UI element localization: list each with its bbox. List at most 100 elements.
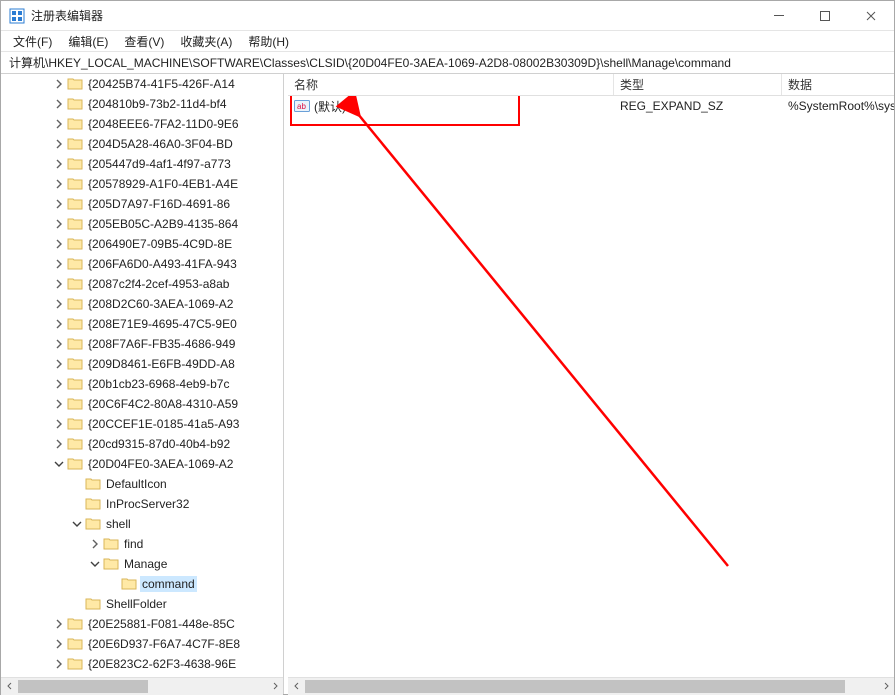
- annotation-layer: [288, 96, 894, 677]
- tree-node-label: {20578929-A1F0-4EB1-A4E: [86, 176, 240, 192]
- tree-node[interactable]: {205D7A97-F16D-4691-86: [1, 194, 283, 214]
- tree-node[interactable]: DefaultIcon: [1, 474, 283, 494]
- expand-toggle[interactable]: [51, 76, 67, 92]
- tree-node[interactable]: command: [1, 574, 283, 594]
- tree-node[interactable]: ShellFolder: [1, 594, 283, 614]
- value-row[interactable]: ab (默认) REG_EXPAND_SZ %SystemRoot%\syste…: [288, 96, 894, 116]
- expand-toggle[interactable]: [51, 176, 67, 192]
- column-type[interactable]: 类型: [614, 74, 782, 95]
- tree-node[interactable]: {20D04FE0-3AEA-1069-A2: [1, 454, 283, 474]
- tree-node[interactable]: {20cd9315-87d0-40b4-b92: [1, 434, 283, 454]
- folder-icon: [67, 116, 83, 132]
- tree-node[interactable]: {2048EEE6-7FA2-11D0-9E6: [1, 114, 283, 134]
- tree-node-label: {20E6D937-F6A7-4C7F-8E8: [86, 636, 242, 652]
- expand-toggle[interactable]: [51, 336, 67, 352]
- scroll-right-icon[interactable]: [877, 678, 894, 695]
- tree-node[interactable]: {20C6F4C2-80A8-4310-A59: [1, 394, 283, 414]
- menu-help[interactable]: 帮助(H): [240, 31, 297, 52]
- expand-toggle[interactable]: [51, 236, 67, 252]
- expand-toggle[interactable]: [51, 456, 67, 472]
- expand-toggle[interactable]: [51, 216, 67, 232]
- tree-node[interactable]: {2087c2f4-2cef-4953-a8ab: [1, 274, 283, 294]
- registry-tree[interactable]: {20425B74-41F5-426F-A14{204810b9-73b2-11…: [1, 74, 283, 677]
- expand-toggle[interactable]: [51, 156, 67, 172]
- tree-node-label: {205EB05C-A2B9-4135-864: [86, 216, 240, 232]
- tree-node[interactable]: {206FA6D0-A493-41FA-943: [1, 254, 283, 274]
- expand-toggle[interactable]: [51, 116, 67, 132]
- folder-icon: [67, 456, 83, 472]
- expand-toggle[interactable]: [51, 656, 67, 672]
- expand-toggle[interactable]: [69, 516, 85, 532]
- tree-node-label: DefaultIcon: [104, 476, 169, 492]
- menu-file[interactable]: 文件(F): [5, 31, 60, 52]
- menu-favorites[interactable]: 收藏夹(A): [172, 31, 240, 52]
- values-horizontal-scrollbar[interactable]: [288, 677, 894, 694]
- address-input[interactable]: [7, 55, 888, 71]
- folder-icon: [67, 256, 83, 272]
- tree-node[interactable]: shell: [1, 514, 283, 534]
- scroll-thumb[interactable]: [305, 680, 845, 693]
- tree-node-label: Manage: [122, 556, 169, 572]
- expand-toggle[interactable]: [87, 536, 103, 552]
- menu-view[interactable]: 查看(V): [116, 31, 172, 52]
- tree-node[interactable]: {20E823C2-62F3-4638-96E: [1, 654, 283, 674]
- scroll-thumb[interactable]: [18, 680, 148, 693]
- scroll-left-icon[interactable]: [288, 678, 305, 695]
- tree-node[interactable]: {208F7A6F-FB35-4686-949: [1, 334, 283, 354]
- column-data[interactable]: 数据: [782, 74, 894, 95]
- expand-toggle[interactable]: [51, 616, 67, 632]
- tree-node[interactable]: {20425B74-41F5-426F-A14: [1, 74, 283, 94]
- scroll-right-icon[interactable]: [266, 678, 283, 695]
- tree-node-label: {206FA6D0-A493-41FA-943: [86, 256, 239, 272]
- tree-node[interactable]: {206490E7-09B5-4C9D-8E: [1, 234, 283, 254]
- values-list[interactable]: ab (默认) REG_EXPAND_SZ %SystemRoot%\syste…: [288, 96, 894, 677]
- expand-toggle[interactable]: [51, 376, 67, 392]
- close-button[interactable]: [848, 1, 894, 31]
- scroll-track[interactable]: [305, 678, 877, 695]
- expand-toggle[interactable]: [51, 356, 67, 372]
- tree-node[interactable]: find: [1, 534, 283, 554]
- expand-toggle[interactable]: [51, 276, 67, 292]
- folder-icon: [67, 296, 83, 312]
- tree-node-label: {20cd9315-87d0-40b4-b92: [86, 436, 232, 452]
- tree-node[interactable]: {20CCEF1E-0185-41a5-A93: [1, 414, 283, 434]
- menubar: 文件(F) 编辑(E) 查看(V) 收藏夹(A) 帮助(H): [1, 31, 894, 52]
- tree-node[interactable]: {204810b9-73b2-11d4-bf4: [1, 94, 283, 114]
- tree-horizontal-scrollbar[interactable]: [1, 677, 283, 694]
- expand-toggle[interactable]: [51, 296, 67, 312]
- titlebar: 注册表编辑器: [1, 1, 894, 31]
- expand-toggle[interactable]: [51, 416, 67, 432]
- column-name[interactable]: 名称: [288, 74, 614, 95]
- expand-toggle[interactable]: [51, 196, 67, 212]
- scroll-left-icon[interactable]: [1, 678, 18, 695]
- tree-node[interactable]: Manage: [1, 554, 283, 574]
- tree-node[interactable]: {208E71E9-4695-47C5-9E0: [1, 314, 283, 334]
- scroll-track[interactable]: [18, 678, 266, 695]
- tree-node-label: {205D7A97-F16D-4691-86: [86, 196, 232, 212]
- tree-node[interactable]: {20b1cb23-6968-4eb9-b7c: [1, 374, 283, 394]
- maximize-button[interactable]: [802, 1, 848, 31]
- tree-node[interactable]: {204D5A28-46A0-3F04-BD: [1, 134, 283, 154]
- tree-node[interactable]: {209D8461-E6FB-49DD-A8: [1, 354, 283, 374]
- expand-toggle[interactable]: [51, 396, 67, 412]
- expand-toggle[interactable]: [87, 556, 103, 572]
- tree-node[interactable]: {205EB05C-A2B9-4135-864: [1, 214, 283, 234]
- expand-toggle[interactable]: [51, 256, 67, 272]
- menu-edit[interactable]: 编辑(E): [60, 31, 116, 52]
- tree-node[interactable]: {205447d9-4af1-4f97-a773: [1, 154, 283, 174]
- expand-toggle[interactable]: [51, 636, 67, 652]
- tree-node[interactable]: {20E6D937-F6A7-4C7F-8E8: [1, 634, 283, 654]
- expand-toggle[interactable]: [51, 316, 67, 332]
- tree-node[interactable]: {208D2C60-3AEA-1069-A2: [1, 294, 283, 314]
- expand-toggle[interactable]: [51, 136, 67, 152]
- folder-icon: [121, 576, 137, 592]
- registry-editor-window: 注册表编辑器 文件(F) 编辑(E) 查看(V) 收藏夹(A) 帮助(H) {2…: [0, 0, 895, 695]
- tree-node[interactable]: InProcServer32: [1, 494, 283, 514]
- tree-node-label: {206490E7-09B5-4C9D-8E: [86, 236, 234, 252]
- folder-icon: [67, 316, 83, 332]
- tree-node[interactable]: {20578929-A1F0-4EB1-A4E: [1, 174, 283, 194]
- expand-toggle[interactable]: [51, 96, 67, 112]
- minimize-button[interactable]: [756, 1, 802, 31]
- expand-toggle[interactable]: [51, 436, 67, 452]
- tree-node[interactable]: {20E25881-F081-448e-85C: [1, 614, 283, 634]
